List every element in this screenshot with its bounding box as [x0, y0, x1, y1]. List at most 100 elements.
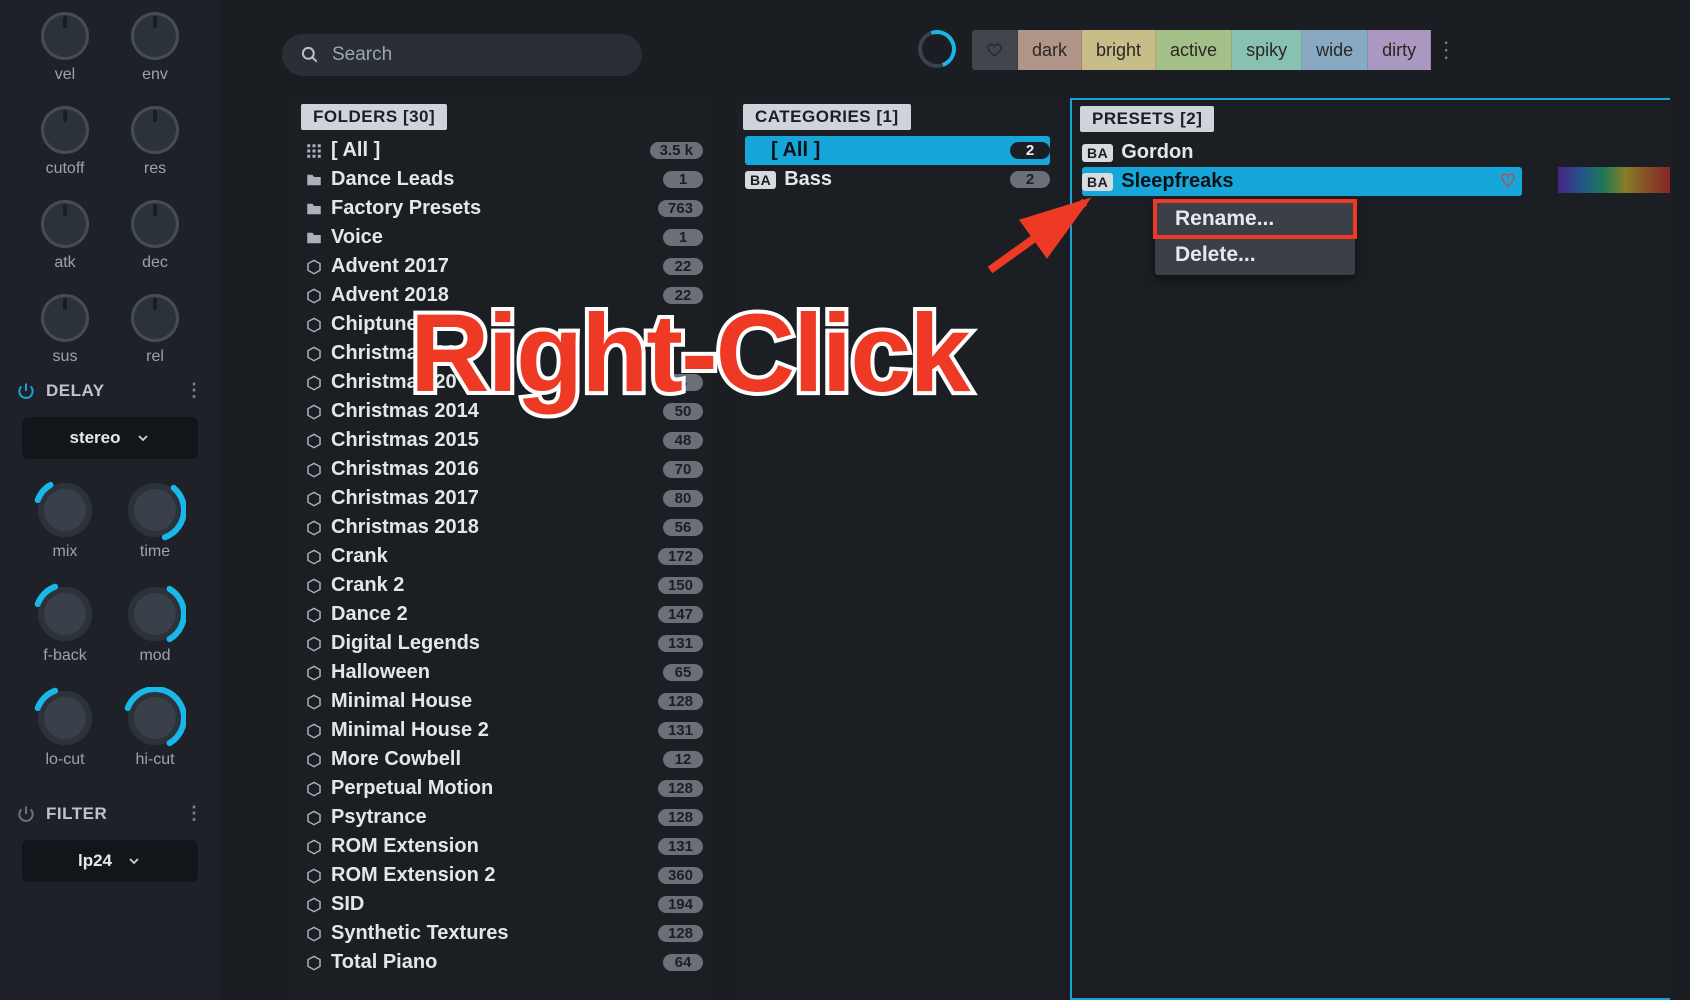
folder-name: Perpetual Motion	[331, 777, 658, 800]
folder-row[interactable]: [ All ] 3.5 k	[303, 136, 703, 165]
knob-rel[interactable]: rel	[110, 294, 200, 366]
folder-row[interactable]: Minimal House 128	[303, 687, 703, 716]
folder-row[interactable]: ROM Extension 2 360	[303, 861, 703, 890]
tag-active[interactable]: active	[1156, 30, 1232, 70]
knob-atk[interactable]: atk	[20, 200, 110, 272]
folder-row[interactable]: Christmas 2015 48	[303, 426, 703, 455]
folder-count: 80	[663, 490, 703, 507]
folder-count: 3.5 k	[650, 142, 703, 159]
folder-row[interactable]: Digital Legends 131	[303, 629, 703, 658]
preset-row[interactable]: BA Sleepfreaks ♡	[1082, 167, 1522, 196]
knob-res[interactable]: res	[110, 106, 200, 178]
folder-row[interactable]: Psytrance 128	[303, 803, 703, 832]
category-badge: BA	[745, 171, 776, 189]
preset-row[interactable]: BA Gordon	[1082, 138, 1660, 167]
category-row[interactable]: BA Bass 2	[745, 165, 1050, 194]
delay-mode-dropdown[interactable]: stereo	[22, 417, 198, 459]
cube-icon	[303, 925, 325, 943]
folder-name: Factory Presets	[331, 197, 658, 220]
power-icon[interactable]	[16, 381, 36, 401]
knob-vel[interactable]: vel	[20, 12, 110, 84]
folder-row[interactable]: Christmas 20 6	[303, 368, 703, 397]
folder-row[interactable]: Synthetic Textures 128	[303, 919, 703, 948]
categories-header: CATEGORIES [1]	[743, 104, 911, 130]
context-menu-item[interactable]: Rename...	[1155, 201, 1355, 237]
category-count: 2	[1010, 142, 1050, 159]
folder-row[interactable]: Perpetual Motion 128	[303, 774, 703, 803]
cube-icon	[303, 490, 325, 508]
folder-count: 56	[663, 519, 703, 536]
delay-header: DELAY ⋮	[0, 366, 220, 411]
context-menu: Rename...Delete...	[1155, 199, 1355, 275]
folder-count: 22	[663, 287, 703, 304]
folder-row[interactable]: Dance Leads 1	[303, 165, 703, 194]
search-input[interactable]: Search	[282, 34, 642, 76]
folder-row[interactable]: Christmas 2017 80	[303, 484, 703, 513]
cube-icon	[303, 867, 325, 885]
tag-wide[interactable]: wide	[1302, 30, 1368, 70]
folder-row[interactable]: SID 194	[303, 890, 703, 919]
tag-spiky[interactable]: spiky	[1232, 30, 1302, 70]
tag-dirty[interactable]: dirty	[1368, 30, 1431, 70]
folder-count: 131	[658, 838, 703, 855]
folder-row[interactable]: Voice 1	[303, 223, 703, 252]
folder-row[interactable]: Crank 2 150	[303, 571, 703, 600]
folder-count: 128	[658, 809, 703, 826]
folder-row[interactable]: Dance 2 147	[303, 600, 703, 629]
folder-count: 194	[658, 896, 703, 913]
folder-name: Voice	[331, 226, 663, 249]
tag-favorite[interactable]	[972, 30, 1018, 70]
knob-time[interactable]: time	[110, 483, 200, 561]
folder-count: 147	[658, 606, 703, 623]
more-icon[interactable]: ⋮	[185, 803, 204, 824]
knob-lo-cut[interactable]: lo-cut	[20, 691, 110, 769]
more-icon[interactable]: ⋮	[185, 380, 204, 401]
knob-f-back[interactable]: f-back	[20, 587, 110, 665]
folders-pane: FOLDERS [30] [ All ] 3.5 k Dance Leads 1…	[293, 98, 713, 1000]
folder-name: Synthetic Textures	[331, 922, 658, 945]
folder-row[interactable]: Christmas 2014 50	[303, 397, 703, 426]
knob-sus[interactable]: sus	[20, 294, 110, 366]
tag-dark[interactable]: dark	[1018, 30, 1082, 70]
cube-icon	[303, 664, 325, 682]
folder-row[interactable]: Advent 2017 22	[303, 252, 703, 281]
folder-row[interactable]: Advent 2018 22	[303, 281, 703, 310]
search-icon	[300, 45, 320, 65]
folder-row[interactable]: Halloween 65	[303, 658, 703, 687]
category-row[interactable]: [ All ] 2	[745, 136, 1050, 165]
heart-icon[interactable]: ♡	[1500, 171, 1516, 192]
folder-row[interactable]: Crank 172	[303, 542, 703, 571]
folder-row[interactable]: Total Piano 64	[303, 948, 703, 977]
cube-icon	[303, 403, 325, 421]
filter-mode-dropdown[interactable]: lp24	[22, 840, 198, 882]
knob-hi-cut[interactable]: hi-cut	[110, 691, 200, 769]
knob-mod[interactable]: mod	[110, 587, 200, 665]
folder-row[interactable]: Christmas 2016 70	[303, 455, 703, 484]
knob-cutoff[interactable]: cutoff	[20, 106, 110, 178]
folder-name: Digital Legends	[331, 632, 658, 655]
cube-icon	[303, 838, 325, 856]
folder-count: 6	[663, 374, 703, 391]
folder-row[interactable]: Christmas 20	[303, 339, 703, 368]
cube-icon	[303, 606, 325, 624]
context-menu-item[interactable]: Delete...	[1155, 237, 1355, 273]
tag-bright[interactable]: bright	[1082, 30, 1156, 70]
folder-row[interactable]: Chiptune	[303, 310, 703, 339]
folder-count: 1	[663, 229, 703, 246]
cube-icon	[303, 432, 325, 450]
tag-more[interactable]: ⋮	[1431, 30, 1461, 70]
folder-name: Christmas 20	[331, 371, 663, 394]
power-icon[interactable]	[16, 804, 36, 824]
folder-row[interactable]: Minimal House 2 131	[303, 716, 703, 745]
folder-row[interactable]: Christmas 2018 56	[303, 513, 703, 542]
cube-icon	[303, 345, 325, 363]
folder-row[interactable]: More Cowbell 12	[303, 745, 703, 774]
side-panel: vel env cutoff res atk dec sus rel DELAY…	[0, 0, 220, 1000]
knob-dec[interactable]: dec	[110, 200, 200, 272]
knob-env[interactable]: env	[110, 12, 200, 84]
folder-row[interactable]: Factory Presets 763	[303, 194, 703, 223]
cube-icon	[303, 635, 325, 653]
folder-name: Total Piano	[331, 951, 663, 974]
knob-mix[interactable]: mix	[20, 483, 110, 561]
folder-row[interactable]: ROM Extension 131	[303, 832, 703, 861]
